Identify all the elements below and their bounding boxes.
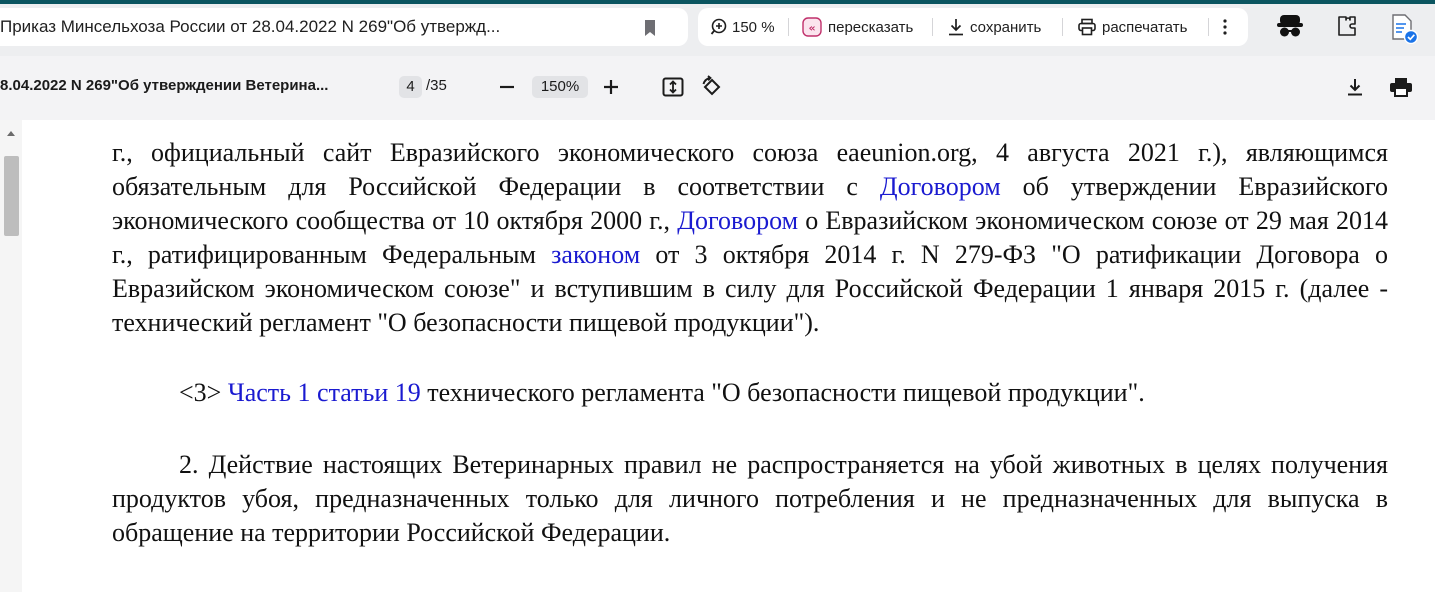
svg-text:«: « (808, 22, 815, 35)
incognito-icon[interactable] (1277, 14, 1303, 38)
pdf-download-button[interactable] (1341, 73, 1369, 101)
paragraph-continuation: г., официальный сайт Евразийского эконом… (112, 136, 1388, 340)
zoom-plus-icon (604, 80, 618, 94)
separator (1062, 18, 1063, 36)
zoom-label: 150 % (732, 18, 775, 36)
print-label: распечатать (1102, 18, 1188, 36)
retell-label: пересказать (828, 18, 914, 36)
separator (788, 18, 789, 36)
zoom-level-input[interactable]: 150% (532, 76, 588, 98)
separator (932, 18, 933, 36)
window-accent-line (0, 0, 1435, 4)
text-segment: технического регламента "О безопасности … (420, 378, 1145, 407)
zoom-out-icon (500, 85, 514, 89)
print-button[interactable]: распечатать (1078, 8, 1187, 46)
pdf-print-button[interactable] (1387, 73, 1415, 101)
address-bar[interactable]: Приказ Минсельхоза России от 28.04.2022 … (0, 8, 688, 46)
pdf-document-title: 8.04.2022 N 269"Об утверждении Ветерина.… (0, 77, 329, 94)
pdf-toolbar: 8.04.2022 N 269"Об утверждении Ветерина.… (0, 56, 1435, 120)
fit-page-icon (662, 77, 684, 97)
save-label: сохранить (970, 18, 1042, 36)
pdf-print-icon (1390, 78, 1412, 97)
separator (1208, 18, 1209, 36)
tab-title: Приказ Минсельхоза России от 28.04.2022 … (0, 17, 501, 36)
zoom-button[interactable]: 150 % (710, 8, 775, 46)
zoom-out-button[interactable] (493, 73, 521, 101)
scroll-up-icon[interactable] (7, 131, 15, 136)
footnote-3: <3> Часть 1 статьи 19 технического регла… (112, 376, 1388, 410)
link-federal-law[interactable]: законом (551, 240, 640, 269)
page-actions-bar: 150 % « пересказать сохранить распечатат… (698, 8, 1248, 46)
page-total: /35 (426, 77, 447, 94)
more-icon (1223, 19, 1227, 35)
rotate-icon (702, 75, 721, 96)
link-dogovor-eec[interactable]: Договором (880, 172, 1001, 201)
browser-toolbar: Приказ Минсельхоза России от 28.04.2022 … (0, 0, 1435, 56)
rotate-button[interactable] (698, 73, 726, 101)
pdf-download-icon (1348, 79, 1362, 96)
more-button[interactable] (1222, 8, 1228, 46)
footnote-marker: <3> (179, 378, 228, 407)
paragraph-2: 2. Действие настоящих Ветеринарных прави… (112, 450, 1388, 547)
print-icon (1078, 18, 1096, 36)
link-dogovor-eaeu[interactable]: Договором (677, 206, 798, 235)
zoom-in-button[interactable] (597, 73, 625, 101)
bookmark-icon[interactable] (642, 19, 658, 37)
document-text: г., официальный сайт Евразийского эконом… (112, 136, 1388, 550)
link-part1-article19[interactable]: Часть 1 статьи 19 (228, 378, 421, 407)
download-icon (949, 19, 963, 36)
scrollbar-thumb[interactable] (4, 156, 19, 236)
fit-page-button[interactable] (659, 73, 687, 101)
zoom-in-icon (710, 18, 727, 35)
save-button[interactable]: сохранить (948, 8, 1041, 46)
profile-icon[interactable] (1390, 14, 1420, 44)
extension-icon[interactable] (1335, 14, 1359, 38)
page-number-input[interactable]: 4 (399, 76, 422, 98)
retell-icon: « (802, 17, 822, 37)
retell-button[interactable]: « пересказать (802, 8, 913, 46)
